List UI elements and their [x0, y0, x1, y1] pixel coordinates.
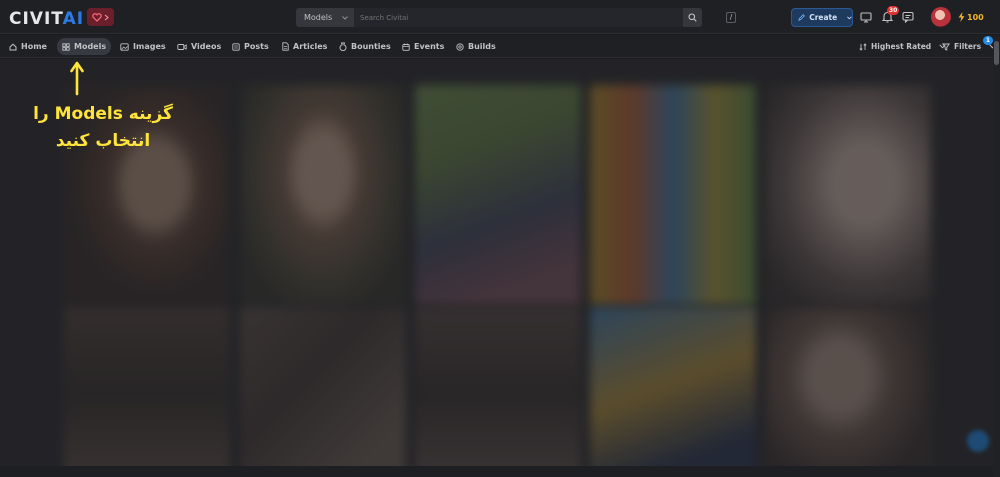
nav-item-posts[interactable]: Posts	[227, 38, 274, 55]
section-nav: Home Models Images Videos Posts Articles…	[0, 35, 1000, 58]
nav-item-articles[interactable]: Articles	[277, 38, 332, 55]
logo-text: CIVIT	[9, 9, 63, 29]
top-header: CIVITAI Models / Create 30 100	[0, 0, 1000, 34]
annotation-line-1: گزینه Models را	[33, 104, 173, 124]
heart-icon	[92, 12, 102, 22]
calendar-icon	[402, 43, 410, 51]
search-icon	[688, 13, 697, 22]
nav-label: Models	[74, 42, 107, 51]
nav-item-images[interactable]: Images	[115, 38, 171, 55]
search-bar: Models /	[296, 8, 736, 27]
bounty-icon	[339, 42, 347, 51]
lightning-icon	[958, 12, 965, 22]
annotation-line-2: انتخاب کنید	[55, 131, 151, 151]
chat-icon[interactable]	[901, 10, 915, 24]
search-scope-select[interactable]: Models	[296, 8, 354, 27]
image-icon	[120, 42, 129, 51]
sort-icon	[859, 42, 867, 51]
nav-item-models[interactable]: Models	[57, 38, 112, 55]
nav-item-bounties[interactable]: Bounties	[334, 38, 396, 55]
bottom-strip	[0, 466, 993, 477]
floating-action-button[interactable]	[967, 430, 989, 452]
search-input[interactable]	[354, 8, 683, 27]
nav-label: Bounties	[351, 42, 391, 51]
nav-item-home[interactable]: Home	[4, 38, 52, 55]
nav-item-events[interactable]: Events	[397, 38, 449, 55]
buzz-amount: 100	[967, 12, 984, 22]
filters-count-badge: 1	[983, 36, 993, 45]
home-icon	[9, 43, 17, 50]
nav-label: Videos	[191, 42, 222, 51]
annotation-arrow-icon	[70, 61, 84, 96]
nav-label: Articles	[293, 42, 328, 51]
notification-badge: 30	[887, 6, 900, 15]
posts-icon	[232, 42, 240, 51]
scrollbar-track[interactable]	[993, 35, 1000, 477]
civitai-logo[interactable]: CIVITAI	[9, 9, 84, 29]
user-avatar[interactable]	[931, 7, 951, 27]
chevron-right-icon	[104, 14, 109, 20]
sort-dropdown[interactable]: Highest Rated	[859, 38, 946, 55]
search-shortcut-key: /	[726, 12, 736, 23]
grid-icon	[62, 42, 70, 51]
video-icon	[177, 43, 187, 50]
nav-label: Home	[21, 42, 47, 51]
nav-label: Posts	[244, 42, 269, 51]
support-button[interactable]	[87, 8, 114, 26]
tutorial-annotation: گزینه Models را انتخاب کنید	[28, 101, 178, 155]
nav-item-videos[interactable]: Videos	[172, 38, 226, 55]
nav-label: Events	[414, 42, 445, 51]
scrollbar-thumb[interactable]	[994, 41, 999, 65]
filter-icon	[942, 43, 950, 51]
nav-label: Images	[133, 42, 166, 51]
create-button[interactable]: Create	[791, 8, 853, 27]
create-label: Create	[809, 13, 838, 22]
chevron-down-icon	[342, 15, 348, 20]
sort-label: Highest Rated	[871, 42, 932, 51]
filters-label: Filters	[954, 42, 982, 51]
buzz-balance[interactable]: 100	[958, 12, 984, 22]
search-button[interactable]	[683, 8, 702, 27]
builds-icon	[456, 42, 464, 51]
nav-label: Builds	[468, 42, 496, 51]
logo-text-accent: AI	[62, 9, 85, 29]
chevron-down-icon	[847, 16, 852, 19]
article-icon	[282, 42, 289, 51]
brush-icon	[798, 14, 805, 22]
monitor-icon[interactable]	[859, 10, 873, 24]
nav-item-builds[interactable]: Builds	[451, 38, 501, 55]
search-scope-label: Models	[304, 13, 333, 22]
